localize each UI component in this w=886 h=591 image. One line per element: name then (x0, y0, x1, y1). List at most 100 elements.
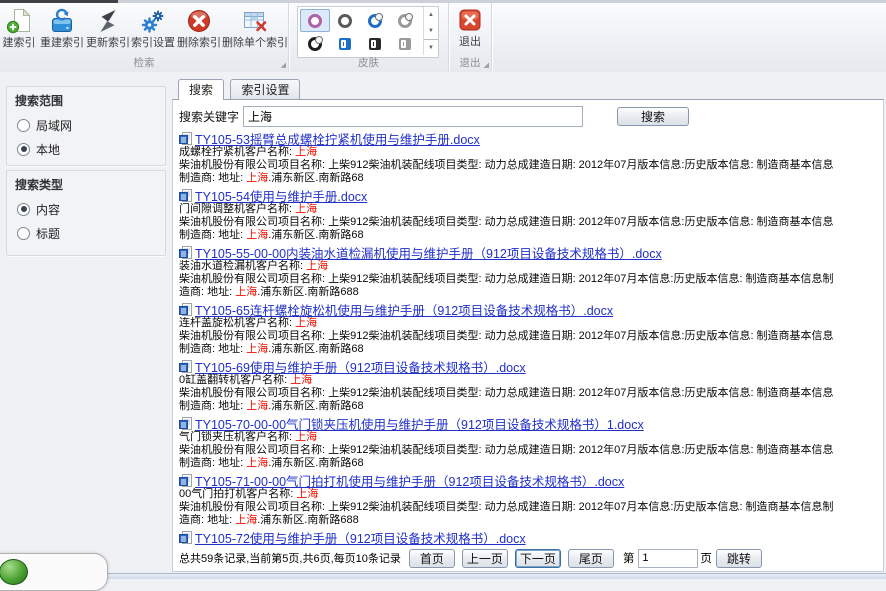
search-button[interactable]: 搜索 (617, 107, 689, 126)
group-caption-skin: 皮肤 (289, 57, 448, 70)
search-result-item: TY105-53摇臂总成螺栓拧紧机使用与维护手册.docx 成螺栓拧紧机客户名称… (179, 131, 883, 185)
search-row: 搜索关键字 搜索 (179, 105, 883, 127)
result-customer-line: 0缸盖翻转机客户名称: 上海 (179, 374, 883, 387)
radio-label: 内容 (36, 201, 60, 218)
word-doc-icon (179, 189, 192, 202)
radio-icon (17, 119, 30, 132)
bottom-left-popup[interactable] (0, 553, 108, 591)
radio-option[interactable]: 本地 (17, 137, 165, 161)
goto-page-button[interactable]: 跳转 (716, 549, 762, 568)
search-result-item: TY105-70-00-00气门锁夹压机使用与维护手册（912项目设备技术规格书… (179, 416, 883, 470)
radio-option[interactable]: 内容 (17, 197, 165, 221)
result-project-line: 柴油机股份有限公司项目名称: 上柴912柴油机装配线项目类型: 动力总成建造日期… (179, 330, 883, 343)
search-result-item: TY105-72使用与维护手册（912项目设备技术规格书）.docx (179, 530, 883, 545)
skin-badge-icon (405, 13, 413, 21)
dialog-launcher-icon[interactable]: ◢ (484, 62, 489, 69)
create-index-button[interactable]: 建索引 (0, 6, 38, 56)
skin-option[interactable] (330, 32, 360, 55)
search-keyword-input[interactable] (243, 106, 583, 127)
skin-option[interactable] (390, 32, 420, 55)
result-project-line: 柴油机股份有限公司项目名称: 上柴912柴油机装配线项目类型: 动力总成建造日期… (179, 444, 883, 457)
result-details: 气门锁夹压机客户名称: 上海 柴油机股份有限公司项目名称: 上柴912柴油机装配… (179, 431, 883, 470)
update-index-icon (86, 8, 130, 36)
tab-index-settings[interactable]: 索引设置 (230, 79, 300, 99)
next-page-button[interactable]: 下一页 (515, 549, 561, 568)
result-address-line: 制造商: 地址: 上海.浦东新区.南新路68 (179, 400, 883, 413)
dialog-launcher-icon[interactable]: ◢ (281, 62, 286, 69)
new-index-icon (0, 8, 38, 36)
skin-gallery: ▲ ▼ ▼ (297, 6, 439, 58)
radio-option[interactable]: 标题 (17, 221, 165, 245)
result-doc-link[interactable]: TY105-65连杆螺栓旋松机使用与维护手册（912项目设备技术规格书）.doc… (195, 302, 613, 317)
word-doc-icon (179, 360, 192, 373)
search-type-group: 搜索类型 内容 标题 (6, 170, 166, 256)
update-index-label: 更新索引 (86, 36, 130, 50)
radio-label: 局域网 (36, 117, 72, 134)
ribbon-group-exit: 退出 退出 ◢ (449, 3, 492, 71)
result-address-line: 造商: 地址: 上海.浦东新区.南新路688 (179, 514, 883, 527)
search-scope-title: 搜索范围 (7, 87, 165, 111)
result-doc-link[interactable]: TY105-70-00-00气门锁夹压机使用与维护手册（912项目设备技术规格书… (195, 416, 644, 431)
result-doc-link[interactable]: TY105-55-00-00内装油水道检漏机使用与维护手册（912项目设备技术规… (195, 245, 662, 260)
result-details: 门间隙调整机客户名称: 上海 柴油机股份有限公司项目名称: 上柴912柴油机装配… (179, 203, 883, 242)
update-index-button[interactable]: 更新索引 (86, 6, 130, 56)
skin-option[interactable] (360, 32, 390, 55)
word-doc-icon (179, 531, 192, 544)
result-doc-link[interactable]: TY105-69使用与维护手册（912项目设备技术规格书）.docx (195, 359, 526, 374)
skin-grid (300, 9, 420, 55)
result-project-line: 柴油机股份有限公司项目名称: 上柴912柴油机装配线项目类型: 动力总成建造日期… (179, 159, 883, 172)
last-page-button[interactable]: 尾页 (568, 549, 614, 568)
delete-index-label: 删除索引 (176, 36, 222, 50)
result-link-row: TY105-72使用与维护手册（912项目设备技术规格书）.docx (179, 530, 883, 545)
prev-page-button[interactable]: 上一页 (462, 549, 508, 568)
skin-option[interactable] (300, 32, 330, 55)
result-project-line: 柴油机股份有限公司项目名称: 上柴912柴油机装配线项目类型: 动力总成建造日期… (179, 501, 883, 514)
exit-button[interactable]: 退出 (452, 6, 488, 56)
result-link-row: TY105-70-00-00气门锁夹压机使用与维护手册（912项目设备技术规格书… (179, 416, 883, 431)
radio-icon (17, 203, 30, 216)
search-type-options: 内容 标题 (7, 195, 165, 245)
index-settings-label: 索引设置 (130, 36, 176, 50)
result-doc-link[interactable]: TY105-71-00-00气门拍打机使用与维护手册（912项目设备技术规格书）… (195, 473, 624, 488)
skin-option[interactable] (390, 9, 420, 32)
tab-strip: 搜索 索引设置 (172, 79, 884, 100)
tab-search[interactable]: 搜索 (178, 79, 224, 100)
exit-icon (452, 9, 488, 35)
word-doc-icon (179, 132, 192, 145)
radio-option[interactable]: 局域网 (17, 113, 165, 137)
rebuild-index-button[interactable]: 重建索引 (38, 6, 86, 56)
gallery-down-icon[interactable]: ▼ (424, 23, 438, 39)
skin-option[interactable] (330, 9, 360, 32)
search-scope-options: 局域网 本地 (7, 111, 165, 161)
search-result-item: TY105-55-00-00内装油水道检漏机使用与维护手册（912项目设备技术规… (179, 245, 883, 299)
result-details: 连杆盖旋松机客户名称: 上海 柴油机股份有限公司项目名称: 上柴912柴油机装配… (179, 317, 883, 356)
gallery-dropdown-icon[interactable]: ▼ (424, 39, 438, 56)
result-link-row: TY105-55-00-00内装油水道检漏机使用与维护手册（912项目设备技术规… (179, 245, 883, 260)
result-link-row: TY105-54使用与维护手册.docx (179, 188, 883, 203)
skin-badge-icon (315, 36, 323, 44)
result-customer-line: 门间隙调整机客户名称: 上海 (179, 203, 883, 216)
pagination-bar: 总共59条记录,当前第5页,共6页,每页10条记录 首页 上一页 下一页 尾页 … (179, 548, 883, 568)
create-index-label: 建索引 (0, 36, 38, 50)
search-type-title: 搜索类型 (7, 171, 165, 195)
result-doc-link[interactable]: TY105-54使用与维护手册.docx (195, 188, 367, 203)
delete-index-button[interactable]: 删除索引 (176, 6, 222, 56)
page-number-input[interactable] (638, 549, 698, 568)
skin-option[interactable] (360, 9, 390, 32)
search-keyword-label: 搜索关键字 (179, 108, 239, 125)
ribbon-toolbar: 建索引 重建索引 更新索引 (0, 3, 886, 73)
result-doc-link[interactable]: TY105-53摇臂总成螺栓拧紧机使用与维护手册.docx (195, 131, 480, 146)
ribbon-group-index: 建索引 重建索引 更新索引 (0, 3, 289, 71)
result-customer-line: 成螺栓拧紧机客户名称: 上海 (179, 146, 883, 159)
first-page-button[interactable]: 首页 (409, 549, 455, 568)
search-tab-page: 搜索关键字 搜索 TY105-53摇臂总成螺栓拧紧机使用与维护手册.docx 成… (172, 100, 884, 572)
search-result-item: TY105-65连杆螺栓旋松机使用与维护手册（912项目设备技术规格书）.doc… (179, 302, 883, 356)
result-customer-line: 装油水道检漏机客户名称: 上海 (179, 260, 883, 273)
index-settings-button[interactable]: 索引设置 (130, 6, 176, 56)
skin-option[interactable] (300, 9, 330, 32)
result-doc-link[interactable]: TY105-72使用与维护手册（912项目设备技术规格书）.docx (195, 530, 526, 545)
word-doc-icon (179, 246, 192, 259)
group-caption-index: 检索 (0, 57, 288, 70)
gallery-up-icon[interactable]: ▲ (424, 7, 438, 23)
delete-single-index-button[interactable]: 删除单个索引 (222, 6, 288, 56)
